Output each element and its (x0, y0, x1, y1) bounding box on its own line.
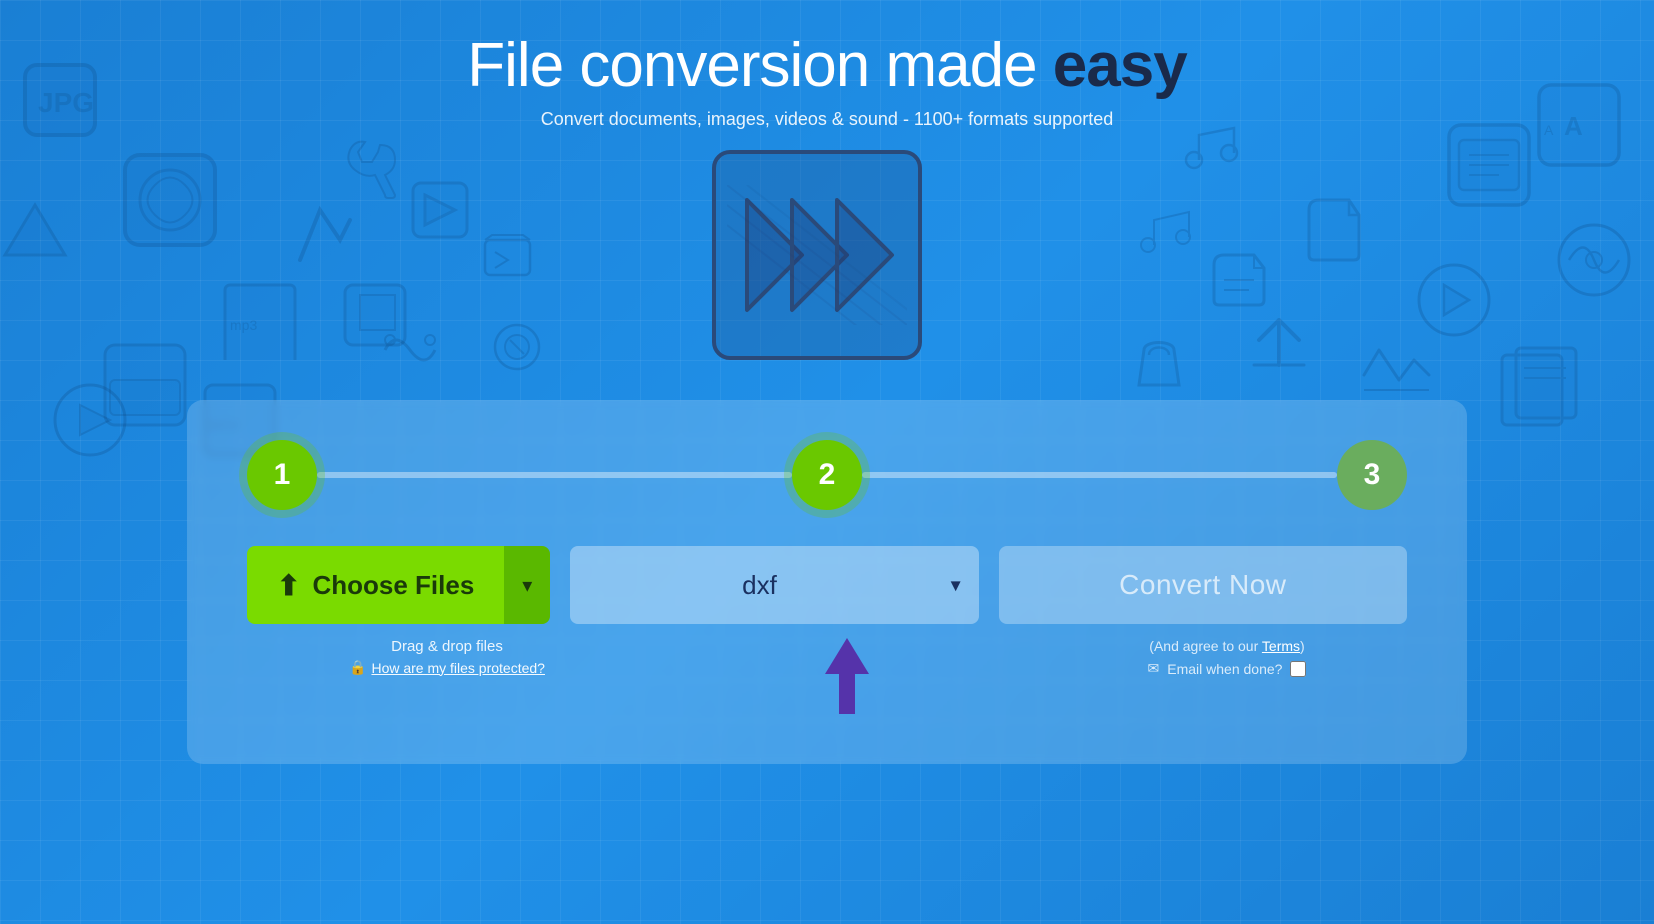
file-protection-link[interactable]: How are my files protected? (371, 660, 545, 676)
email-checkbox[interactable] (1290, 661, 1306, 677)
terms-link[interactable]: Terms (1262, 638, 1300, 654)
choose-files-wrapper: ⬆ Choose Files ▾ (247, 546, 550, 624)
main-content: File conversion made easy Convert docume… (0, 0, 1654, 764)
step-line-1 (317, 472, 792, 478)
choose-files-button[interactable]: ⬆ Choose Files (247, 546, 504, 624)
step-1: 1 (247, 440, 317, 510)
convert-now-button[interactable]: Convert Now (999, 546, 1407, 624)
actions-row: ⬆ Choose Files ▾ dxf pdf png jpg mp4 mp3… (247, 546, 1407, 624)
step-line-2 (862, 472, 1337, 478)
converter-card: 1 2 3 ⬆ Choose Files ▾ (187, 400, 1467, 764)
up-arrow-shaft (839, 674, 855, 714)
lock-icon: 🔒 (349, 659, 366, 676)
format-select[interactable]: dxf pdf png jpg mp4 mp3 docx (570, 546, 978, 624)
choose-files-dropdown-button[interactable]: ▾ (504, 546, 550, 624)
steps-row: 1 2 3 (247, 440, 1407, 510)
chevron-down-icon: ▾ (522, 573, 532, 598)
helpers-row: Drag & drop files 🔒 How are my files pro… (247, 638, 1407, 714)
step-3: 3 (1337, 440, 1407, 510)
page-subtitle: Convert documents, images, videos & soun… (541, 109, 1113, 130)
page-title: File conversion made easy (467, 30, 1186, 101)
email-icon: ✉ (1148, 660, 1160, 677)
file-protection-row: 🔒 How are my files protected? (247, 659, 647, 676)
arrow-indicator (667, 638, 1027, 714)
terms-text: (And agree to our Terms) (1047, 638, 1407, 654)
play-arrows-svg (727, 185, 907, 325)
drag-drop-area: Drag & drop files 🔒 How are my files pro… (247, 638, 647, 676)
upload-icon: ⬆ (277, 569, 300, 602)
step-2: 2 (792, 440, 862, 510)
drag-drop-text: Drag & drop files (247, 638, 647, 655)
email-row: ✉ Email when done? (1047, 660, 1407, 677)
hero-illustration (712, 150, 942, 380)
format-select-wrapper: dxf pdf png jpg mp4 mp3 docx ▾ (570, 546, 978, 624)
up-arrow-head (825, 638, 869, 674)
terms-area: (And agree to our Terms) ✉ Email when do… (1047, 638, 1407, 677)
